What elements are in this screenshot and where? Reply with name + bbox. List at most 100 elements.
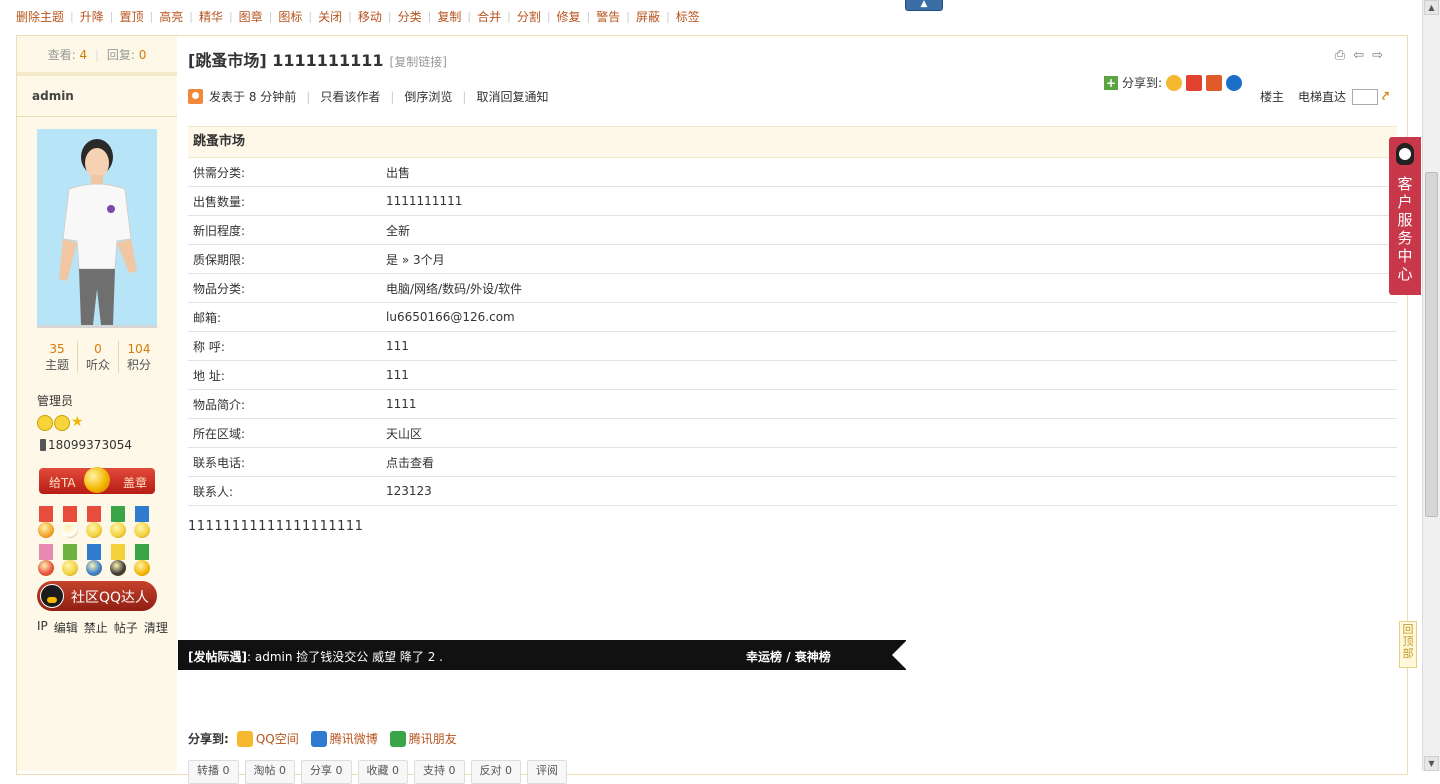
favorite-star-icon[interactable] xyxy=(1206,74,1223,91)
table-row: 邮箱: lu6650166@126.com xyxy=(188,302,1397,332)
admin-link[interactable]: IP xyxy=(37,619,48,636)
customer-service-tab[interactable]: 客户服务中心 xyxy=(1389,137,1421,295)
renren-icon[interactable] xyxy=(1226,74,1243,91)
post-action-button[interactable]: 反对 0 xyxy=(470,760,521,784)
medal-icon[interactable] xyxy=(85,506,103,540)
toolbar-action[interactable]: 标签 xyxy=(676,8,700,25)
profile-count[interactable]: 104 积分 xyxy=(118,341,159,373)
medal-icon[interactable] xyxy=(85,544,103,578)
toolbar-action[interactable]: 关闭 xyxy=(318,8,342,25)
toolbar-action[interactable]: 修复 xyxy=(557,8,581,25)
admin-link[interactable]: 编辑 xyxy=(54,619,78,636)
toolbar-action[interactable]: 分割 xyxy=(517,8,541,25)
medal-icon[interactable] xyxy=(109,544,127,578)
medal-icon[interactable] xyxy=(61,506,79,540)
vertical-scrollbar[interactable]: ▲ ▼ xyxy=(1422,0,1440,771)
scroll-thumb[interactable] xyxy=(1425,172,1438,517)
medal-icon[interactable] xyxy=(133,506,151,540)
plus-icon[interactable]: + xyxy=(1104,75,1118,90)
qzone-icon[interactable] xyxy=(1166,74,1183,91)
toolbar-action[interactable]: 分类 xyxy=(398,8,422,25)
qzone-share-option[interactable]: QQ空间 xyxy=(236,730,299,747)
toolbar-action[interactable]: 屏蔽 xyxy=(636,8,660,25)
post-action-button[interactable]: 收藏 0 xyxy=(357,760,408,784)
listing-table-caption: 跳蚤市场 xyxy=(188,126,1397,158)
reverse-order-link[interactable]: 倒序浏览 xyxy=(404,88,452,105)
profile-count[interactable]: 35 主题 xyxy=(37,341,77,373)
post-action-button[interactable]: 淘帖 0 xyxy=(244,760,295,784)
post-action-button[interactable]: 支持 0 xyxy=(414,760,465,784)
banner-text: : admin 捡了钱没交公 威望 降了 2 . xyxy=(246,650,443,664)
toolbar-action[interactable]: 移动 xyxy=(358,8,382,25)
only-author-link[interactable]: 只看该作者 xyxy=(320,88,380,105)
profile-count[interactable]: 0 听众 xyxy=(77,341,118,373)
floor-label: 楼主 xyxy=(1260,90,1285,104)
toolbar-action[interactable]: 合并 xyxy=(477,8,501,25)
table-row: 称 呼: 111 xyxy=(188,331,1397,361)
qq-penguin-icon xyxy=(40,584,64,608)
admin-link[interactable]: 禁止 xyxy=(84,619,108,636)
phone-number: 18099373054 xyxy=(48,438,132,452)
field-value: 天山区 xyxy=(381,418,1397,448)
go-floor-icon[interactable]: ⤤ xyxy=(1382,89,1389,104)
toolbar-action[interactable]: 图标 xyxy=(278,8,302,25)
post-content: [跳蚤市场] 1111111111 [复制链接] ⎙ ⇦ ⇨ + 分享到: 发表于… xyxy=(178,36,1407,784)
toolbar-action[interactable]: 警告 xyxy=(596,8,620,25)
profile-count-label: 主题 xyxy=(44,358,69,372)
post-action-button[interactable]: 评阅 xyxy=(527,760,567,784)
profile-count-value: 104 xyxy=(127,342,151,356)
post-event-banner: [发帖际遇]: admin 捡了钱没交公 威望 降了 2 . 幸运榜 / 衰神榜 xyxy=(178,640,907,670)
collapse-handle[interactable]: ▲ xyxy=(905,0,943,11)
field-value[interactable]: 点击查看 xyxy=(381,447,1397,477)
medal-icon[interactable] xyxy=(109,506,127,540)
phone-icon xyxy=(40,439,46,451)
user-group[interactable]: 管理员 xyxy=(37,392,73,409)
give-stamp-button[interactable]: 给TA 盖章 xyxy=(39,467,155,494)
cancel-notify-link[interactable]: 取消回复通知 xyxy=(476,88,548,105)
admin-link[interactable]: 帖子 xyxy=(114,619,138,636)
field-label: 地 址: xyxy=(188,360,381,390)
print-icon[interactable]: ⎙ xyxy=(1335,48,1345,63)
floor-nav: 楼主 电梯直达 ⤤ xyxy=(1260,88,1389,105)
toolbar-action[interactable]: 高亮 xyxy=(159,8,183,25)
copy-link[interactable]: [复制链接] xyxy=(390,55,447,69)
profile-counts: 35 主题 0 听众 104 积分 xyxy=(37,341,159,373)
medal-icon[interactable] xyxy=(37,544,55,578)
toolbar-action[interactable]: 删除主题 xyxy=(16,8,64,25)
tencent-weibo-share-option[interactable]: 腾讯微博 xyxy=(310,730,378,747)
unlucky-list-link[interactable]: 衰神榜 xyxy=(795,650,831,664)
next-thread-icon[interactable]: ⇨ xyxy=(1372,48,1383,63)
lucky-list-link[interactable]: 幸运榜 xyxy=(746,650,782,664)
tencent-friends-share-option[interactable]: 腾讯朋友 xyxy=(389,730,457,747)
scroll-up-arrow[interactable]: ▲ xyxy=(1424,0,1439,15)
toolbar-action[interactable]: 复制 xyxy=(437,8,461,25)
sun-icon xyxy=(37,415,53,431)
author-name[interactable]: admin xyxy=(17,76,177,117)
sun-icon xyxy=(54,415,70,431)
back-to-top-button[interactable]: 回顶部 xyxy=(1399,621,1417,668)
weibo-icon[interactable] xyxy=(1186,74,1203,91)
toolbar-action[interactable]: 图章 xyxy=(239,8,263,25)
scroll-down-arrow[interactable]: ▼ xyxy=(1424,756,1439,771)
qzone-icon xyxy=(236,730,253,747)
toolbar-action[interactable]: 精华 xyxy=(199,8,223,25)
share-top-label: 分享到: xyxy=(1122,76,1163,90)
post-action-button[interactable]: 转播 0 xyxy=(188,760,239,784)
medal-icon[interactable] xyxy=(37,506,55,540)
toolbar-action[interactable]: 升降 xyxy=(80,8,104,25)
field-value: 出售 xyxy=(381,158,1397,187)
toolbar-action[interactable]: 置顶 xyxy=(119,8,143,25)
post-actions: 转播 0 淘帖 0 分享 0 收藏 0 支持 0 反对 0 评阅 xyxy=(188,760,567,784)
avatar[interactable] xyxy=(37,129,157,328)
medal-grid xyxy=(37,506,157,582)
post-action-button[interactable]: 分享 0 xyxy=(301,760,352,784)
share-bottom-label: 分享到: xyxy=(188,732,229,746)
field-value: 111 xyxy=(381,331,1397,361)
admin-link[interactable]: 清理 xyxy=(144,619,168,636)
prev-thread-icon[interactable]: ⇦ xyxy=(1353,48,1364,63)
floor-input[interactable] xyxy=(1352,88,1379,105)
medal-icon[interactable] xyxy=(133,544,151,578)
qq-expert-button[interactable]: 社区QQ达人 xyxy=(37,581,157,611)
field-value: 1111111111 xyxy=(381,186,1397,216)
medal-icon[interactable] xyxy=(61,544,79,578)
